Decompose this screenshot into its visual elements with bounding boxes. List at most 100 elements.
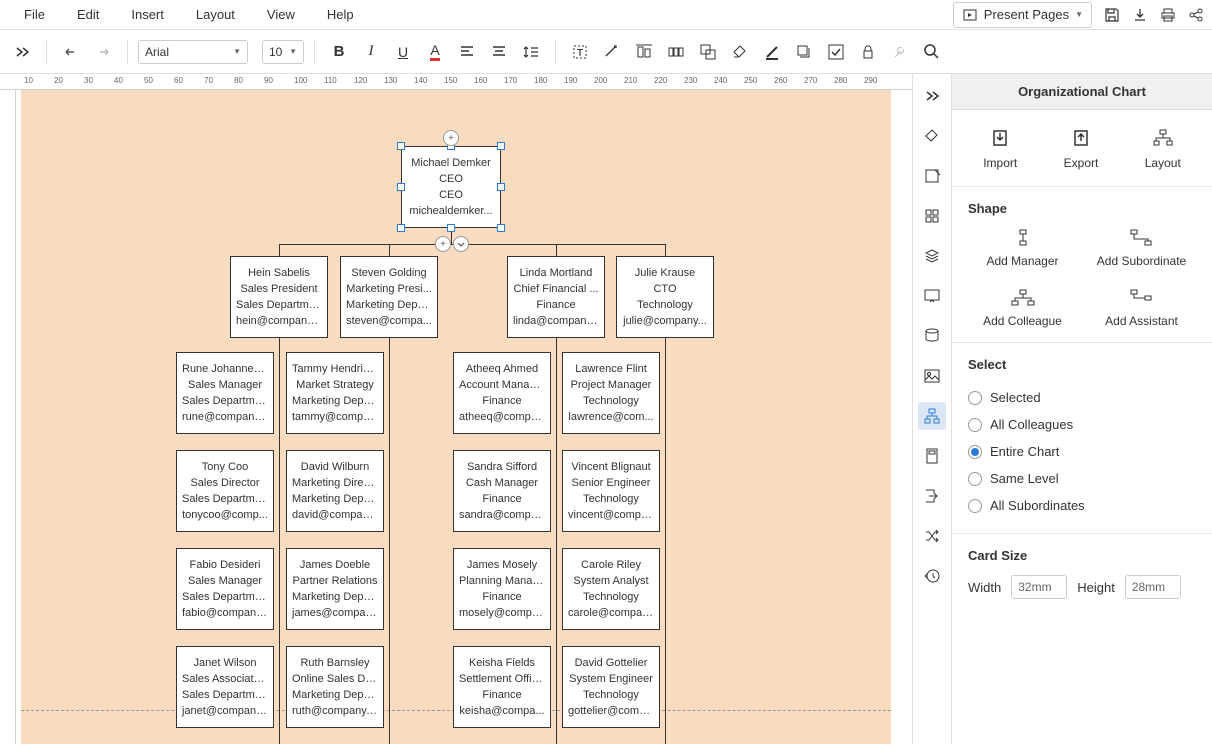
org-node[interactable]: Tammy Hendrick...Market StrategyMarketin… xyxy=(286,352,384,434)
org-node[interactable]: Julie KrauseCTOTechnologyjulie@company..… xyxy=(616,256,714,338)
redo-button[interactable] xyxy=(89,38,117,66)
org-node[interactable]: Carole RileySystem AnalystTechnologycaro… xyxy=(562,548,660,630)
data-icon[interactable] xyxy=(918,322,946,350)
shuffle-icon[interactable] xyxy=(918,522,946,550)
menu-edit[interactable]: Edit xyxy=(61,1,115,28)
panel-title: Organizational Chart xyxy=(952,74,1212,110)
fill-tool-icon[interactable] xyxy=(918,122,946,150)
present-pages-button[interactable]: Present Pages ▼ xyxy=(953,2,1092,28)
org-node[interactable]: Linda MortlandChief Financial ...Finance… xyxy=(507,256,605,338)
add-subordinate-button[interactable]: Add Subordinate xyxy=(1087,228,1196,268)
download-icon[interactable] xyxy=(1132,7,1148,23)
menu-view[interactable]: View xyxy=(251,1,311,28)
select-radio-all-colleagues[interactable]: All Colleagues xyxy=(968,411,1196,438)
align-v-button[interactable] xyxy=(485,38,513,66)
align-button[interactable] xyxy=(630,38,658,66)
org-node[interactable]: Atheeq AhmedAccount ManagerFinanceatheeq… xyxy=(453,352,551,434)
org-node[interactable]: Keisha FieldsSettlement OfficerFinanceke… xyxy=(453,646,551,728)
export-button[interactable]: Export xyxy=(1064,126,1099,170)
page[interactable]: Michael Demker CEO CEO michealdemker... … xyxy=(21,90,891,744)
chevron-down-icon: ▼ xyxy=(1075,10,1083,19)
org-node[interactable]: Janet WilsonSales Associate ...Sales Dep… xyxy=(176,646,274,728)
org-node[interactable]: Ruth BarnsleyOnline Sales Dir...Marketin… xyxy=(286,646,384,728)
line-spacing-button[interactable] xyxy=(517,38,545,66)
org-node[interactable]: Vincent BlignautSenior EngineerTechnolog… xyxy=(562,450,660,532)
menu-file[interactable]: File xyxy=(8,1,61,28)
menu-help[interactable]: Help xyxy=(311,1,370,28)
add-above-handle[interactable]: + xyxy=(443,130,459,146)
collapse-panel-icon[interactable] xyxy=(918,82,946,110)
line-color-button[interactable] xyxy=(758,38,786,66)
text-tool-button[interactable]: T xyxy=(566,38,594,66)
align-h-button[interactable] xyxy=(453,38,481,66)
org-node[interactable]: David WilburnMarketing DirectorMarketing… xyxy=(286,450,384,532)
canvas[interactable]: 1020304050607080901001101201301401501601… xyxy=(0,74,912,744)
org-node[interactable]: Fabio DesideriSales ManagerSales Departm… xyxy=(176,548,274,630)
add-assistant-button[interactable]: Add Assistant xyxy=(1087,288,1196,328)
grid-icon[interactable] xyxy=(918,202,946,230)
search-button[interactable] xyxy=(918,38,946,66)
underline-button[interactable]: U xyxy=(389,38,417,66)
lock-button[interactable] xyxy=(854,38,882,66)
select-radio-entire-chart[interactable]: Entire Chart xyxy=(968,438,1196,465)
distribute-button[interactable] xyxy=(662,38,690,66)
add-colleague-button[interactable]: Add Colleague xyxy=(968,288,1077,328)
side-panel: Organizational Chart Import Export Layou… xyxy=(952,74,1212,744)
bold-button[interactable]: B xyxy=(325,38,353,66)
menu-insert[interactable]: Insert xyxy=(115,1,180,28)
org-node[interactable]: James MoselyPlanning ManagerFinancemosel… xyxy=(453,548,551,630)
ruler-horizontal: 1020304050607080901001101201301401501601… xyxy=(0,74,912,90)
exit-icon[interactable] xyxy=(918,482,946,510)
check-button[interactable] xyxy=(822,38,850,66)
play-icon xyxy=(962,7,978,23)
print-icon[interactable] xyxy=(1160,7,1176,23)
export-icon xyxy=(1069,126,1093,150)
width-input[interactable]: 32mm xyxy=(1011,575,1067,599)
shadow-button[interactable] xyxy=(790,38,818,66)
org-node[interactable]: Steven GoldingMarketing Presi...Marketin… xyxy=(340,256,438,338)
height-input[interactable]: 28mm xyxy=(1125,575,1181,599)
menubar: File Edit Insert Layout View Help Presen… xyxy=(0,0,1212,30)
undo-button[interactable] xyxy=(57,38,85,66)
layers-icon[interactable] xyxy=(918,242,946,270)
org-node[interactable]: James DoeblePartner RelationsMarketing D… xyxy=(286,548,384,630)
org-node[interactable]: Tony CooSales DirectorSales Departmentto… xyxy=(176,450,274,532)
italic-button[interactable]: I xyxy=(357,38,385,66)
add-manager-button[interactable]: Add Manager xyxy=(968,228,1077,268)
select-radio-all-subordinates[interactable]: All Subordinates xyxy=(968,492,1196,519)
presentation-icon[interactable] xyxy=(918,282,946,310)
group-button[interactable] xyxy=(694,38,722,66)
shape-tool-icon[interactable] xyxy=(918,162,946,190)
org-node[interactable]: Rune Johannes...Sales ManagerSales Depar… xyxy=(176,352,274,434)
tools-button[interactable] xyxy=(886,38,914,66)
org-node[interactable]: Sandra SiffordCash ManagerFinancesandra@… xyxy=(453,450,551,532)
ruler-vertical xyxy=(0,90,16,744)
import-button[interactable]: Import xyxy=(983,126,1017,170)
font-size-combo[interactable]: 10▼ xyxy=(262,40,304,64)
select-heading: Select xyxy=(968,357,1196,372)
fill-button[interactable] xyxy=(726,38,754,66)
history-icon[interactable] xyxy=(918,562,946,590)
org-node-ceo[interactable]: Michael Demker CEO CEO michealdemker... xyxy=(401,146,501,228)
menu-layout[interactable]: Layout xyxy=(180,1,251,28)
page-icon[interactable] xyxy=(918,442,946,470)
layout-button[interactable]: Layout xyxy=(1145,126,1181,170)
expand-handle[interactable] xyxy=(453,236,469,252)
import-icon xyxy=(988,126,1012,150)
image-icon[interactable] xyxy=(918,362,946,390)
connector-button[interactable] xyxy=(598,38,626,66)
select-radio-selected[interactable]: Selected xyxy=(968,384,1196,411)
card-size-heading: Card Size xyxy=(968,548,1196,563)
org-chart-icon[interactable] xyxy=(918,402,946,430)
font-combo[interactable]: Arial▼ xyxy=(138,40,248,64)
shape-heading: Shape xyxy=(968,201,1196,216)
save-icon[interactable] xyxy=(1104,7,1120,23)
share-icon[interactable] xyxy=(1188,7,1204,23)
org-node[interactable]: Hein SabelisSales PresidentSales Departm… xyxy=(230,256,328,338)
add-below-handle[interactable]: + xyxy=(435,236,451,252)
org-node[interactable]: Lawrence FlintProject ManagerTechnologyl… xyxy=(562,352,660,434)
select-radio-same-level[interactable]: Same Level xyxy=(968,465,1196,492)
org-node[interactable]: David GottelierSystem EngineerTechnology… xyxy=(562,646,660,728)
expand-icon[interactable] xyxy=(8,38,36,66)
font-color-button[interactable]: A xyxy=(421,38,449,66)
